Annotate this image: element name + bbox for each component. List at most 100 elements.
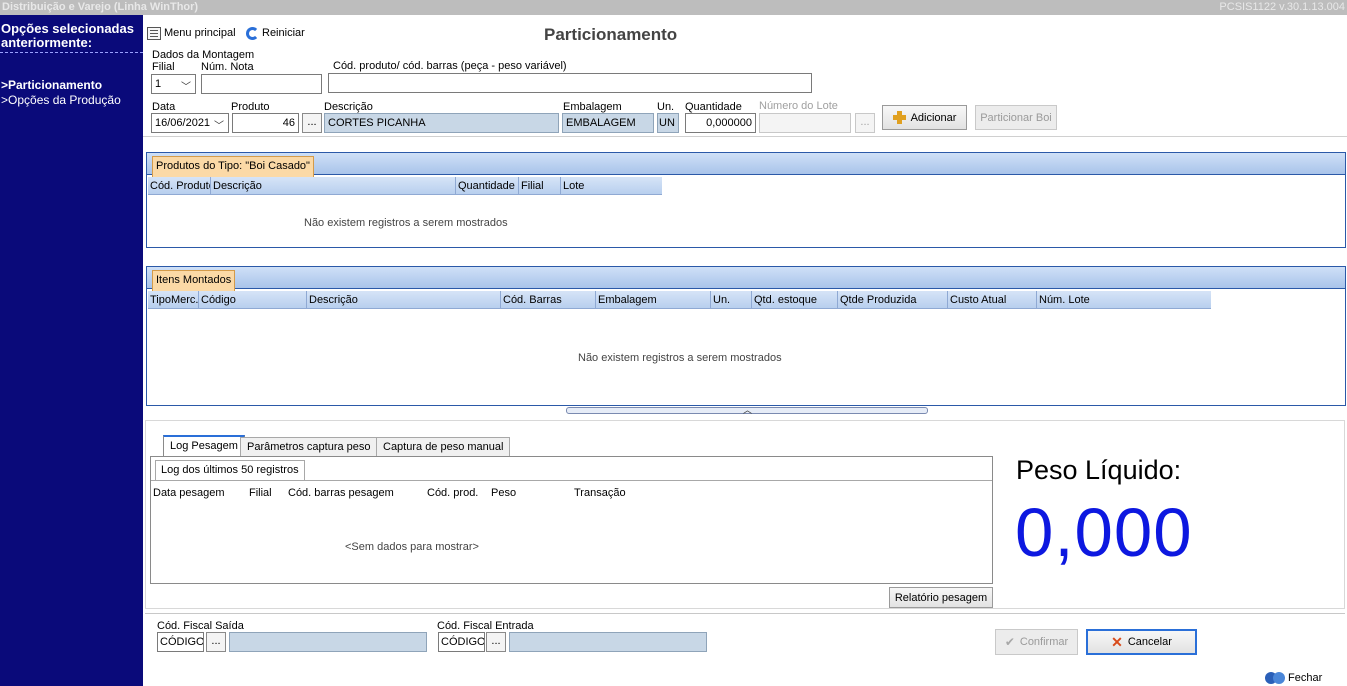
sidebar-header: Opções selecionadas anteriormente: — [0, 22, 143, 53]
itens-montados-tab[interactable]: Itens Montados — [152, 270, 236, 291]
log-empty-message: <Sem dados para mostrar> — [345, 541, 479, 553]
adicionar-button[interactable]: Adicionar — [882, 105, 967, 130]
panel-splitter[interactable]: ︿ — [566, 405, 928, 415]
adicionar-label: Adicionar — [910, 111, 957, 124]
plus-icon — [892, 111, 906, 124]
sidebar: Opções selecionadas anteriormente: >Part… — [0, 15, 143, 686]
quantidade-label: Quantidade — [685, 101, 742, 113]
produtos-group-tab[interactable]: Produtos do Tipo: "Boi Casado" — [152, 156, 314, 177]
tab-parametros-captura[interactable]: Parâmetros captura peso — [240, 437, 378, 456]
fechar-label: Fechar — [1288, 672, 1323, 684]
page-title: Particionamento — [544, 25, 678, 44]
particionar-boi-button[interactable]: Particionar Boi — [975, 105, 1057, 130]
filial-select[interactable]: 1 ﹀ — [151, 74, 196, 94]
embalagem-label: Embalagem — [563, 101, 622, 113]
check-icon: ✔ — [1004, 635, 1015, 649]
col-descricao[interactable]: Descrição — [211, 177, 456, 194]
col-custo-atual[interactable]: Custo Atual — [948, 291, 1037, 308]
produto-label: Produto — [231, 101, 270, 113]
col-quantidade[interactable]: Quantidade — [456, 177, 519, 194]
log-col-cod-prod[interactable]: Cód. prod. — [427, 487, 478, 499]
data-label: Data — [152, 101, 176, 113]
col-filial[interactable]: Filial — [519, 177, 561, 194]
log-col-transacao[interactable]: Transação — [574, 487, 626, 499]
log-col-filial[interactable]: Filial — [249, 487, 272, 499]
col-codigo[interactable]: Código — [199, 291, 307, 308]
produtos-empty-message: Não existem registros a serem mostrados — [304, 217, 508, 229]
col-qtd-estoque[interactable]: Qtd. estoque — [752, 291, 838, 308]
col-tipomerc[interactable]: TipoMerc. — [148, 291, 199, 308]
menu-principal-button[interactable]: Menu principal — [147, 25, 236, 41]
cod-fiscal-entrada-input[interactable]: CÓDIGO — [438, 632, 485, 652]
codprod-input[interactable] — [328, 73, 812, 93]
data-value: 16/06/2021 — [155, 117, 211, 129]
quantidade-input[interactable]: 0,000000 — [685, 113, 756, 133]
produto-input[interactable]: 46 — [232, 113, 299, 133]
col-cod-barras[interactable]: Cód. Barras — [501, 291, 596, 308]
un-label: Un. — [657, 101, 675, 113]
chevron-down-icon: ﹀ — [181, 82, 191, 93]
col-qtde-produzida[interactable]: Qtde Produzida — [838, 291, 948, 308]
dados-montagem-label: Dados da Montagem — [152, 49, 255, 61]
produtos-grid-header: Cód. Produto Descrição Quantidade Filial… — [148, 177, 662, 195]
produtos-group: Produtos do Tipo: "Boi Casado" Cód. Prod… — [146, 152, 1346, 248]
codprod-label: Cód. produto/ cód. barras (peça - peso v… — [333, 60, 567, 72]
window-titlebar: Distribuição e Varejo (Linha WinThor) PC… — [0, 0, 1347, 15]
caret-up-icon: ︿ — [743, 405, 753, 415]
divider — [151, 480, 992, 481]
col-un[interactable]: Un. — [711, 291, 752, 308]
sidebar-item-particionamento[interactable]: >Particionamento — [1, 78, 102, 92]
filial-value: 1 — [155, 78, 162, 90]
sidebar-header-line2: anteriormente: — [1, 35, 93, 50]
un-field: UN — [657, 113, 679, 133]
reiniciar-button[interactable]: Reiniciar — [246, 25, 305, 41]
log-col-peso[interactable]: Peso — [491, 487, 516, 499]
nota-input[interactable] — [201, 74, 322, 94]
reiniciar-label: Reiniciar — [262, 27, 305, 39]
itens-group-bar — [147, 267, 1345, 289]
relatorio-pesagem-button[interactable]: Relatório pesagem — [889, 587, 993, 608]
sidebar-item-opcoes-producao[interactable]: >Opções da Produção — [1, 93, 121, 107]
col-lote[interactable]: Lote — [561, 177, 662, 194]
col-embalagem[interactable]: Embalagem — [596, 291, 711, 308]
cod-fiscal-entrada-desc — [509, 632, 707, 652]
filial-label: Filial — [152, 61, 175, 73]
lote-input[interactable] — [759, 113, 851, 133]
col-num-lote[interactable]: Núm. Lote — [1037, 291, 1211, 308]
tab-log-pesagem[interactable]: Log Pesagem — [163, 435, 245, 456]
produto-search-button[interactable]: ... — [302, 113, 322, 133]
log-col-data[interactable]: Data pesagem — [153, 487, 225, 499]
data-picker[interactable]: 16/06/2021 ﹀ — [151, 113, 229, 133]
divider — [143, 136, 1347, 137]
confirmar-label: Confirmar — [1019, 636, 1069, 648]
menu-principal-label: Menu principal — [164, 27, 236, 39]
cancelar-button[interactable]: ✕ Cancelar — [1086, 629, 1197, 655]
sidebar-header-line1: Opções selecionadas — [1, 21, 134, 36]
cod-fiscal-entrada-search-button[interactable]: ... — [486, 632, 506, 652]
confirmar-button[interactable]: ✔ Confirmar — [995, 629, 1078, 655]
nota-label: Núm. Nota — [201, 61, 254, 73]
peso-liquido-value: 0,000 — [1015, 494, 1193, 571]
tab-captura-manual[interactable]: Captura de peso manual — [376, 437, 511, 456]
fechar-button[interactable]: Fechar — [1265, 670, 1322, 686]
itens-empty-message: Não existem registros a serem mostrados — [578, 352, 782, 364]
cancelar-label: Cancelar — [1127, 636, 1172, 648]
col-descricao[interactable]: Descrição — [307, 291, 501, 308]
chevron-down-icon: ﹀ — [214, 121, 224, 132]
exit-icon — [1265, 671, 1285, 685]
cod-fiscal-saida-input[interactable]: CÓDIGO — [157, 632, 204, 652]
close-icon: ✕ — [1111, 634, 1123, 650]
produtos-group-bar — [147, 153, 1345, 175]
log-col-cod-barras[interactable]: Cód. barras pesagem — [288, 487, 394, 499]
log-box: Log dos últimos 50 registros Data pesage… — [150, 456, 993, 584]
menu-icon — [147, 26, 161, 40]
col-cod-produto[interactable]: Cód. Produto — [148, 177, 211, 194]
itens-montados-group: Itens Montados TipoMerc. Código Descriçã… — [146, 266, 1346, 406]
lote-search-button[interactable]: ... — [855, 113, 875, 133]
peso-liquido-label: Peso Líquido: — [1016, 455, 1182, 485]
embalagem-field: EMBALAGEM — [562, 113, 654, 133]
window-version: PCSIS1122 v.30.1.13.004 — [1219, 1, 1345, 13]
log-ultimos-tab[interactable]: Log dos últimos 50 registros — [155, 460, 305, 480]
cod-fiscal-saida-search-button[interactable]: ... — [206, 632, 226, 652]
descricao-field: CORTES PICANHA — [324, 113, 559, 133]
